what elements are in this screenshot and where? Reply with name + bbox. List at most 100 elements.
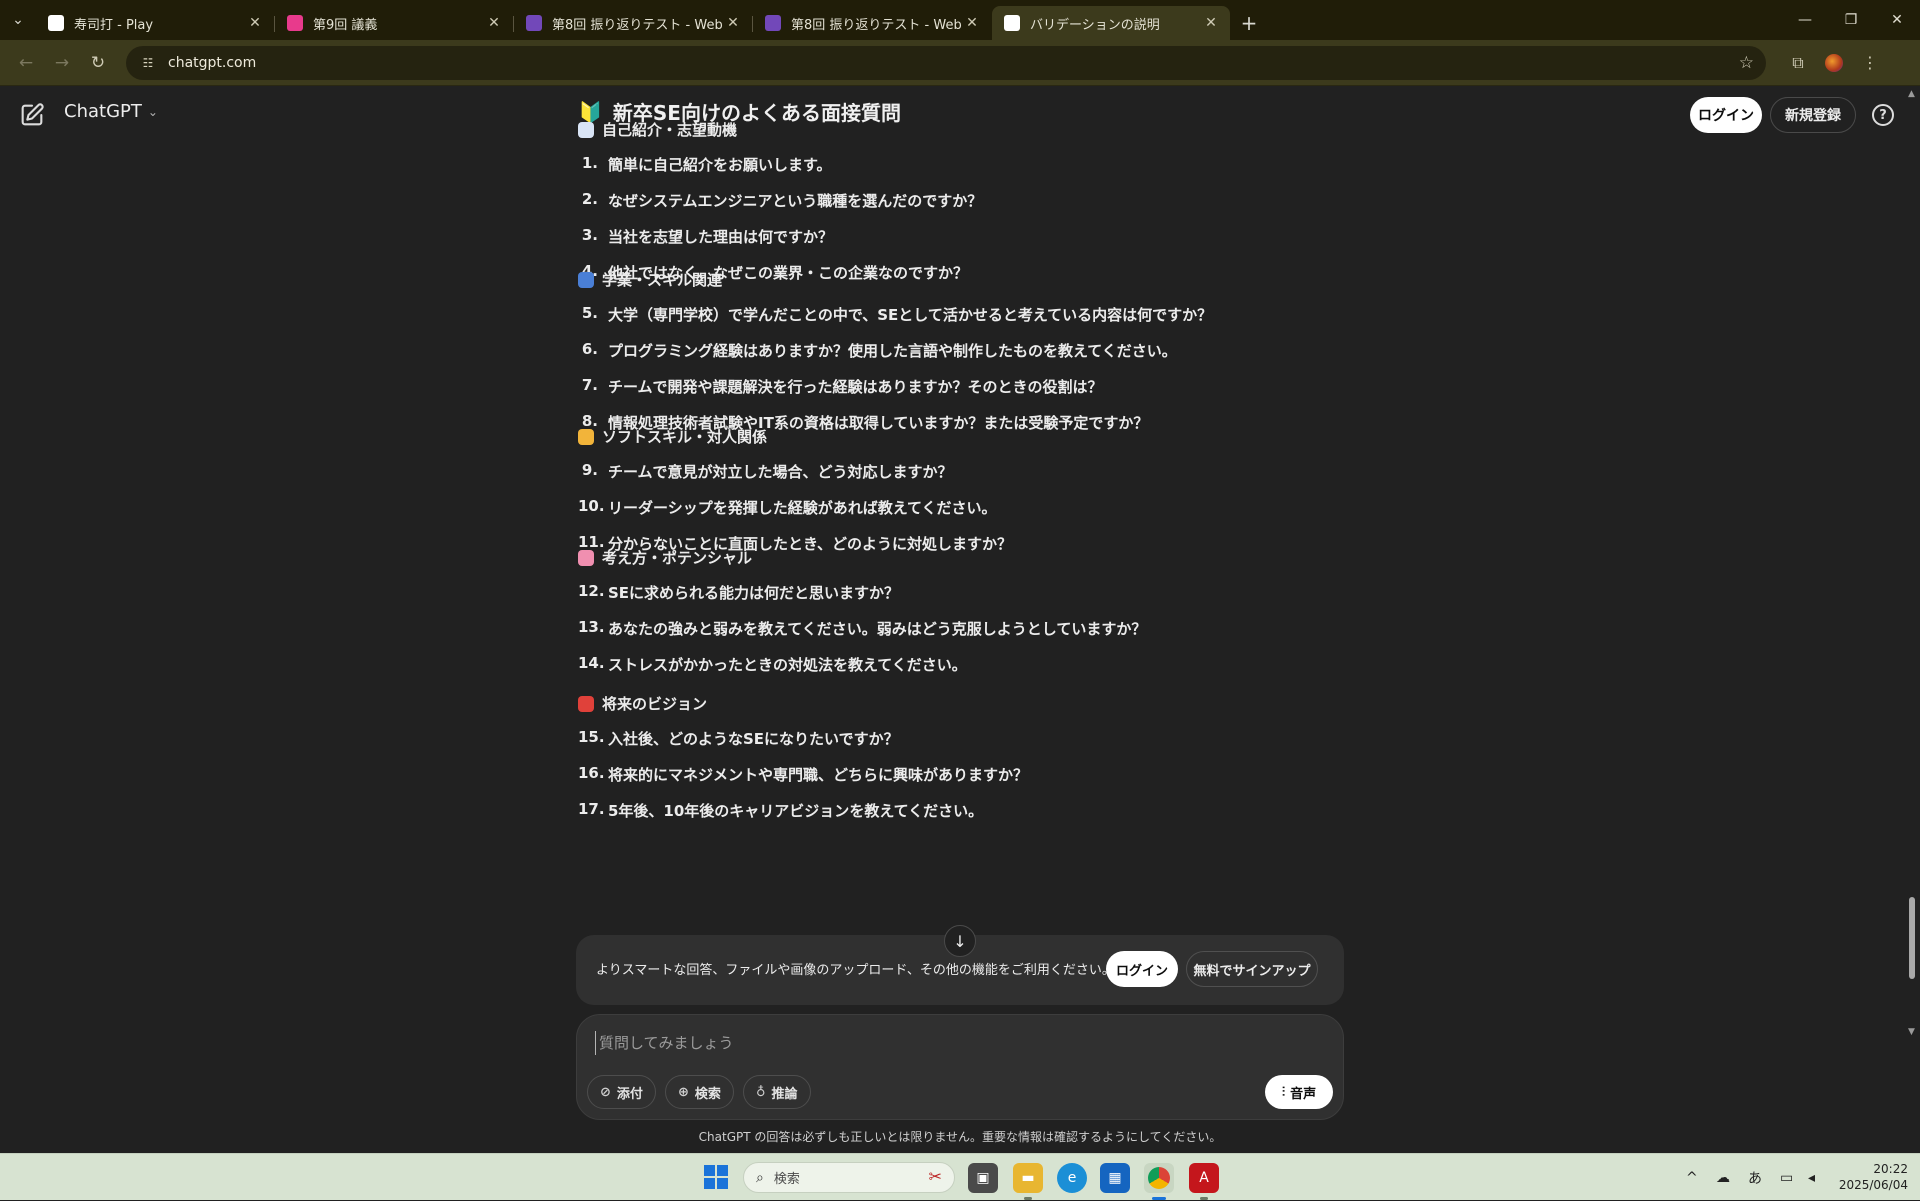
file-explorer-icon[interactable]: ▬ (1013, 1163, 1043, 1200)
voice-wave-icon: ⫶ (1281, 1084, 1286, 1100)
onedrive-icon[interactable]: ☁ (1716, 1154, 1730, 1201)
tab-title: 第9回 議義 (313, 17, 378, 33)
browser-menu-icon[interactable]: ⋮ (1852, 47, 1888, 79)
list-item: 10. リーダーシップを発揮した経験があれば教えてください。 (578, 497, 997, 518)
model-selector[interactable]: ChatGPT ⌄ (64, 101, 158, 122)
back-icon[interactable]: ← (10, 47, 42, 79)
lightbulb-icon: ♁ (756, 1084, 766, 1100)
section-heading-text: 自己紹介・志望動機 (602, 121, 738, 139)
list-item: 12. SEに求められる能力は何だと思いますか？ (578, 582, 899, 603)
taskbar-search-box[interactable]: ⌕ 検索 ✂ (743, 1162, 955, 1193)
section-heading: ソフトスキル・対人関係 (578, 426, 767, 447)
system-clock[interactable]: 20:22 2025/06/04 (1838, 1161, 1908, 1193)
search-icon: ⌕ (756, 1169, 764, 1186)
site-info-icon[interactable]: ☷ (138, 53, 158, 73)
tab-close-icon[interactable]: ✕ (963, 15, 981, 31)
list-item-number: 16. (578, 764, 605, 782)
list-item-number: 17. (578, 800, 605, 818)
tab-title: 第8回 振り返りテスト - Webプログラ (552, 17, 724, 33)
windows-start-icon[interactable] (704, 1165, 728, 1189)
list-item-text: チームで意見が対立した場合、どう対応しますか？ (608, 463, 953, 481)
tab-favicon-icon (765, 15, 781, 31)
list-item: 3. 当社を志望した理由は何ですか？ (578, 226, 833, 247)
list-item: 7. チームで開発や課題解決を行った経験はありますか？そのときの役割は？ (578, 376, 1103, 397)
list-item-text: 当社を志望した理由は何ですか？ (608, 228, 834, 246)
scroll-down-arrow-icon[interactable]: ▼ (1908, 1027, 1915, 1037)
page-scrollbar[interactable]: ▲ ▼ (1904, 87, 1920, 1153)
edge-icon[interactable]: e (1057, 1163, 1087, 1193)
tab-close-icon[interactable]: ✕ (724, 15, 742, 31)
section-emoji-icon (578, 271, 594, 288)
tab-title: 第8回 振り返りテスト - Webプログラ (791, 17, 963, 33)
volume-icon[interactable]: ◂ (1808, 1154, 1815, 1201)
browser-tab[interactable]: 第8回 振り返りテスト - Webプログラ✕ (752, 6, 991, 40)
tab-close-icon[interactable]: ✕ (485, 15, 503, 31)
attach-label: 添付 (616, 1086, 643, 1102)
new-tab-button[interactable]: + (1231, 6, 1267, 40)
list-item: 2. なぜシステムエンジニアという職種を選んだのですか？ (578, 190, 982, 211)
tab-close-icon[interactable]: ✕ (1202, 15, 1220, 31)
scroll-up-arrow-icon[interactable]: ▲ (1908, 89, 1915, 99)
network-icon[interactable]: ▭ (1780, 1154, 1793, 1201)
reason-button[interactable]: ♁ 推論 (743, 1075, 811, 1109)
section-emoji-icon (578, 695, 594, 712)
promo-login-button[interactable]: ログイン (1106, 951, 1178, 987)
list-item-text: ストレスがかかったときの対処法を教えてください。 (608, 656, 967, 674)
disclaimer: ChatGPT の回答は必ずしも正しいとは限りません。重要な情報は確認するように… (698, 1130, 1222, 1144)
minimize-icon[interactable]: — (1782, 0, 1828, 40)
browser-tab[interactable]: 第8回 振り返りテスト - Webプログラ✕ (513, 6, 752, 40)
tab-close-icon[interactable]: ✕ (246, 15, 264, 31)
list-item-number: 10. (578, 497, 605, 515)
section-heading: 学業・スキル関連 (578, 269, 722, 290)
close-window-icon[interactable]: ✕ (1874, 0, 1920, 40)
header-login-button[interactable]: ログイン (1690, 97, 1762, 133)
tray-overflow-icon[interactable]: ^ (1686, 1154, 1698, 1201)
taskbar-search-placeholder: 検索 (773, 1172, 800, 1187)
task-view-icon[interactable]: ▣ (968, 1163, 998, 1193)
prompt-input[interactable] (595, 1031, 1295, 1055)
list-item-text: 5年後、10年後のキャリアビジョンを教えてください。 (608, 802, 984, 820)
attach-button[interactable]: ⊘ 添付 (587, 1075, 656, 1109)
list-item-text: プログラミング経験はありますか？使用した言語や制作したものを教えてください。 (608, 342, 1177, 360)
acrobat-icon[interactable]: A (1189, 1163, 1219, 1200)
paperclip-icon: ⊘ (600, 1084, 611, 1100)
scrollbar-thumb[interactable] (1909, 897, 1915, 979)
window-controls: — ❐ ✕ (1782, 0, 1920, 40)
voice-button[interactable]: ⫶ 音声 (1265, 1075, 1333, 1109)
section-emoji-icon (578, 428, 594, 445)
section-emoji-icon (578, 549, 594, 566)
chatgpt-app: ChatGPT ⌄ ログイン 新規登録 ? 🔰 新卒SE向けのよくある面接質問 … (0, 87, 1920, 1153)
bookmark-star-icon[interactable]: ☆ (1739, 53, 1754, 73)
url-text[interactable]: chatgpt.com (168, 55, 1739, 71)
address-bar[interactable]: ☷ chatgpt.com ☆ (126, 45, 1766, 80)
browser-tab[interactable]: 寿司打 - Play ✕ (36, 6, 274, 40)
list-item: 16. 将来的にマネジメントや専門職、どちらに興味がありますか？ (578, 764, 1028, 785)
tab-search-button[interactable]: ⌄ (0, 0, 36, 40)
ms-store-icon[interactable]: ▦ (1100, 1163, 1130, 1193)
list-item-number: 1. (581, 154, 598, 172)
list-item-number: 6. (581, 340, 598, 358)
list-item-text: 大学（専門学校）で学んだことの中で、SEとして活かせると考えている内容は何ですか… (608, 306, 1213, 324)
new-chat-icon[interactable] (18, 101, 46, 129)
extensions-icon[interactable]: ⧉ (1780, 47, 1816, 79)
list-item-text: あなたの強みと弱みを教えてください。弱みはどう克服しようとしていますか？ (608, 620, 1147, 638)
profile-avatar[interactable] (1816, 47, 1852, 79)
list-item: 5. 大学（専門学校）で学んだことの中で、SEとして活かせると考えている内容は何で… (578, 304, 1212, 325)
chevron-down-icon: ⌄ (147, 104, 158, 119)
chrome-icon[interactable] (1144, 1163, 1174, 1200)
forward-icon[interactable]: → (46, 47, 78, 79)
search-highlight-icon: ✂ (928, 1167, 942, 1186)
section-heading-text: 学業・スキル関連 (602, 271, 723, 289)
ime-indicator[interactable]: あ (1748, 1154, 1762, 1201)
help-icon[interactable]: ? (1872, 104, 1894, 126)
search-button[interactable]: ⊕ 検索 (665, 1075, 734, 1109)
scroll-to-bottom-button[interactable]: ↓ (944, 925, 976, 957)
reload-icon[interactable]: ↻ (82, 47, 114, 79)
tab-title: 寿司打 - Play (74, 17, 154, 33)
promo-signup-button[interactable]: 無料でサインアップ (1186, 951, 1318, 987)
restore-icon[interactable]: ❐ (1828, 0, 1874, 40)
tab-list: 寿司打 - Play✕第9回 議義✕第8回 振り返りテスト - Webプログラ✕… (36, 6, 1231, 40)
browser-tab[interactable]: バリデーションの説明 ✕ (992, 6, 1230, 40)
browser-tab[interactable]: 第9回 議義 ✕ (274, 6, 513, 40)
header-signup-button[interactable]: 新規登録 (1770, 97, 1856, 133)
